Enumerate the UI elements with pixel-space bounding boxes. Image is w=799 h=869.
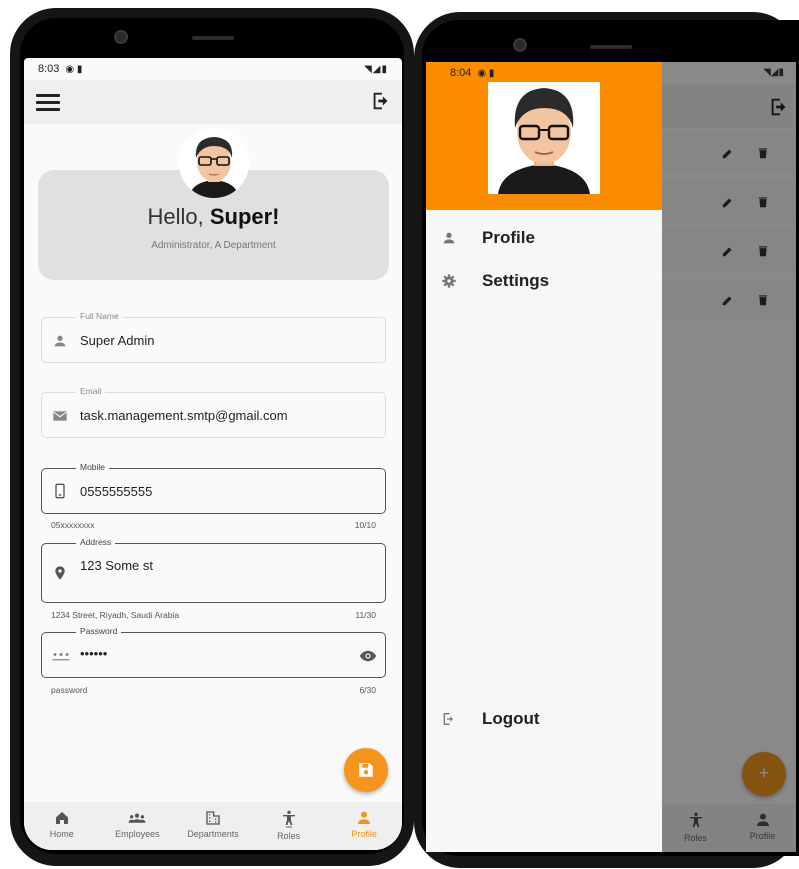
nav-profile[interactable]: Profile: [326, 802, 402, 850]
nav-departments[interactable]: Departments: [175, 802, 251, 850]
home-icon: [55, 812, 68, 824]
hamburger-menu-icon[interactable]: [36, 94, 60, 112]
password-field[interactable]: Password ••••••: [41, 626, 386, 678]
full-name-field[interactable]: Full Name Super Admin: [41, 311, 386, 363]
full-name-label: Full Name: [76, 311, 123, 321]
drawer-item-label: Settings: [482, 271, 550, 290]
mobile-value: 0555555555: [80, 484, 153, 499]
password-value: ••••••: [80, 646, 108, 661]
mobile-field[interactable]: Mobile 0555555555: [41, 462, 386, 514]
role-department-text: Administrator, A Department: [151, 240, 276, 251]
mobile-helper-text: 05xxxxxxxx: [51, 520, 95, 530]
front-camera: [513, 38, 527, 52]
nav-home-label: Home: [49, 829, 74, 839]
eye-icon[interactable]: [359, 647, 377, 665]
person-icon: [54, 335, 66, 347]
email-value: task.management.smtp@gmail.com: [80, 408, 288, 423]
password-helper-text: password: [51, 685, 88, 695]
drawer-item-settings[interactable]: Settings: [426, 261, 662, 301]
mail-icon: [53, 411, 67, 421]
drawer-item-logout[interactable]: Logout: [426, 699, 662, 739]
status-notification-icons: ◉ ▮: [65, 63, 83, 75]
email-label: Email: [76, 386, 106, 396]
status-bar: 8:03 ◉ ▮ ◥◢▮: [24, 58, 402, 80]
drawer-item-label: Profile: [482, 228, 535, 247]
password-counter: 6/30: [359, 685, 376, 695]
status-time: 8:04: [450, 67, 472, 79]
accessibility-icon: [282, 810, 295, 828]
drawer-item-label: Logout: [482, 709, 540, 728]
building-icon: [206, 811, 220, 825]
status-time: 8:03: [38, 63, 60, 75]
save-icon: [359, 763, 373, 777]
avatar: [488, 82, 600, 194]
status-notification-icons: ◉ ▮: [477, 67, 495, 79]
address-helper-text: 1234 Street, Riyadh, Saudi Arabia: [51, 610, 180, 620]
drawer-header: 8:04 ◉ ▮: [426, 62, 662, 210]
nav-home[interactable]: Home: [24, 802, 100, 850]
nav-roles-label: Roles: [277, 831, 301, 841]
full-name-value: Super Admin: [80, 333, 155, 348]
navigation-drawer: 8:04 ◉ ▮ ◥◢▮ Profile Settings Logout: [426, 62, 784, 852]
password-dots-icon: [52, 653, 70, 661]
nav-employees[interactable]: Employees: [100, 802, 176, 850]
nav-profile-label: Profile: [351, 829, 377, 839]
status-signal-battery: ◥◢▮: [364, 63, 388, 75]
status-bar: 8:04 ◉ ▮: [426, 62, 518, 84]
mobile-label: Mobile: [76, 462, 110, 472]
person-icon: [358, 811, 371, 824]
nav-roles[interactable]: Roles: [251, 802, 327, 850]
front-camera: [114, 30, 128, 44]
mobile-counter: 10/10: [354, 520, 376, 530]
groups-icon: [128, 813, 146, 823]
phone-icon: [55, 483, 65, 499]
drawer-item-profile[interactable]: Profile: [426, 218, 662, 258]
earpiece-speaker: [590, 45, 632, 49]
earpiece-speaker: [192, 36, 234, 40]
nav-departments-label: Departments: [187, 829, 239, 839]
logout-icon: [443, 713, 453, 725]
password-label: Password: [76, 626, 122, 636]
avatar: [179, 128, 249, 198]
location-pin-icon: [55, 566, 65, 580]
gear-icon: [442, 274, 456, 288]
address-value: 123 Some st: [80, 558, 153, 573]
address-field[interactable]: Address 123 Some st: [41, 537, 386, 603]
save-button[interactable]: [344, 748, 388, 792]
greeting-text: Hello, Super!: [147, 204, 280, 229]
address-counter: 11/30: [355, 610, 376, 620]
person-icon: [443, 232, 455, 244]
status-signal-battery: ◥◢▮: [763, 67, 784, 78]
app-bar: [24, 80, 402, 124]
logout-icon[interactable]: [370, 90, 392, 112]
bottom-navigation: Home Employees Departments Roles Profile: [24, 802, 402, 850]
profile-screen: 8:03 ◉ ▮ ◥◢▮ Hello, Super! Administrator…: [24, 58, 402, 850]
nav-employees-label: Employees: [115, 829, 160, 839]
email-field[interactable]: Email task.management.smtp@gmail.com: [41, 386, 386, 438]
address-label: Address: [76, 537, 116, 547]
drawer-screen: + Roles Profile 8:04 ◉ ▮ ◥◢▮ Profile Set…: [426, 62, 796, 852]
